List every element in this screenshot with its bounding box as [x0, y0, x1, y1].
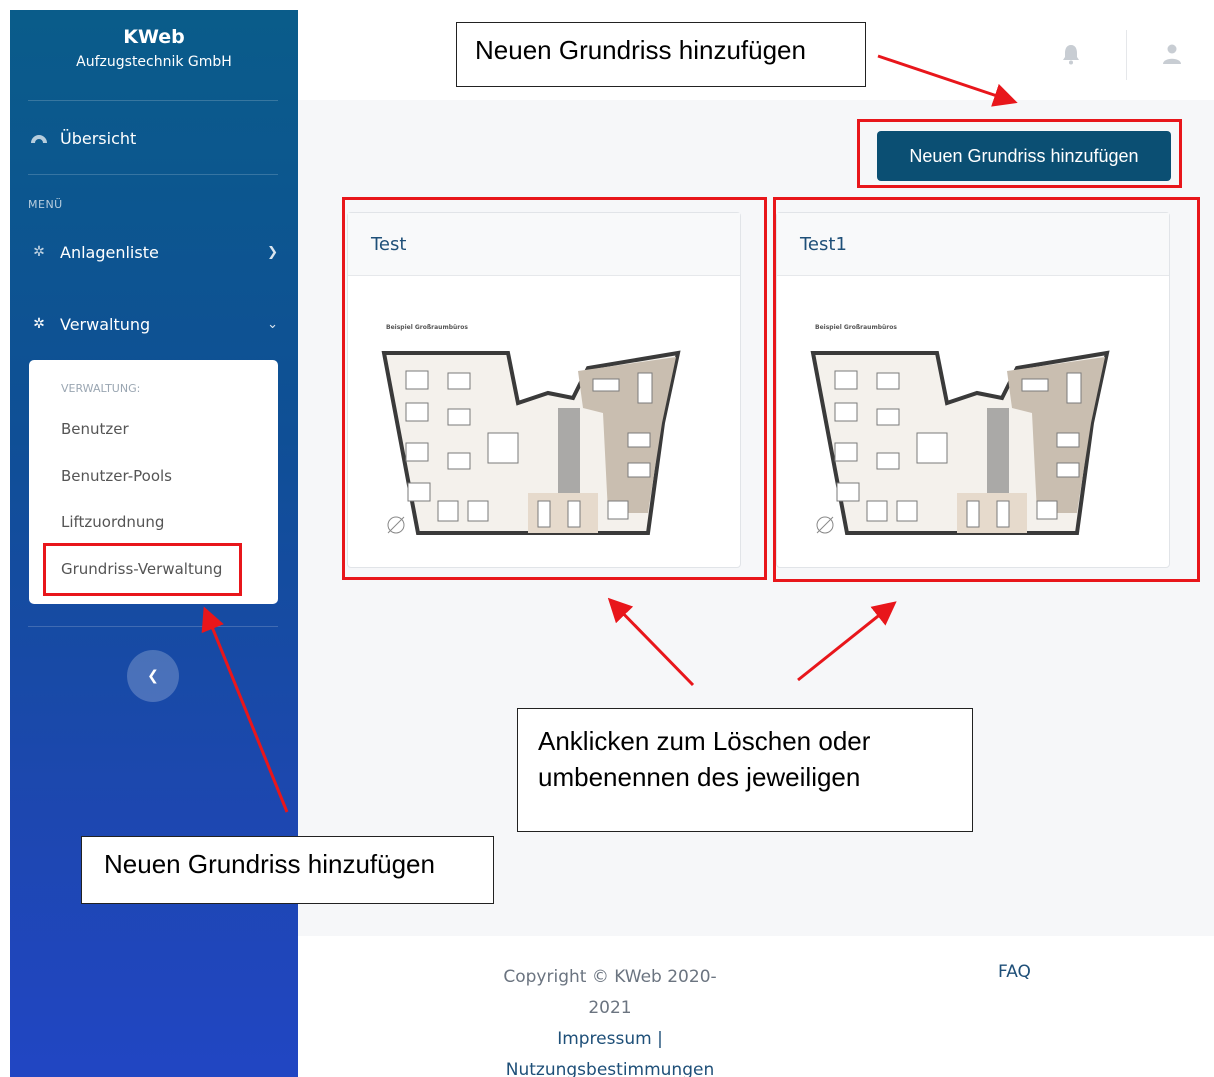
arrow [607, 597, 695, 687]
arrow [201, 606, 289, 813]
arrow [877, 54, 1018, 107]
annotation-arrows [201, 54, 1018, 813]
arrow [797, 601, 897, 682]
